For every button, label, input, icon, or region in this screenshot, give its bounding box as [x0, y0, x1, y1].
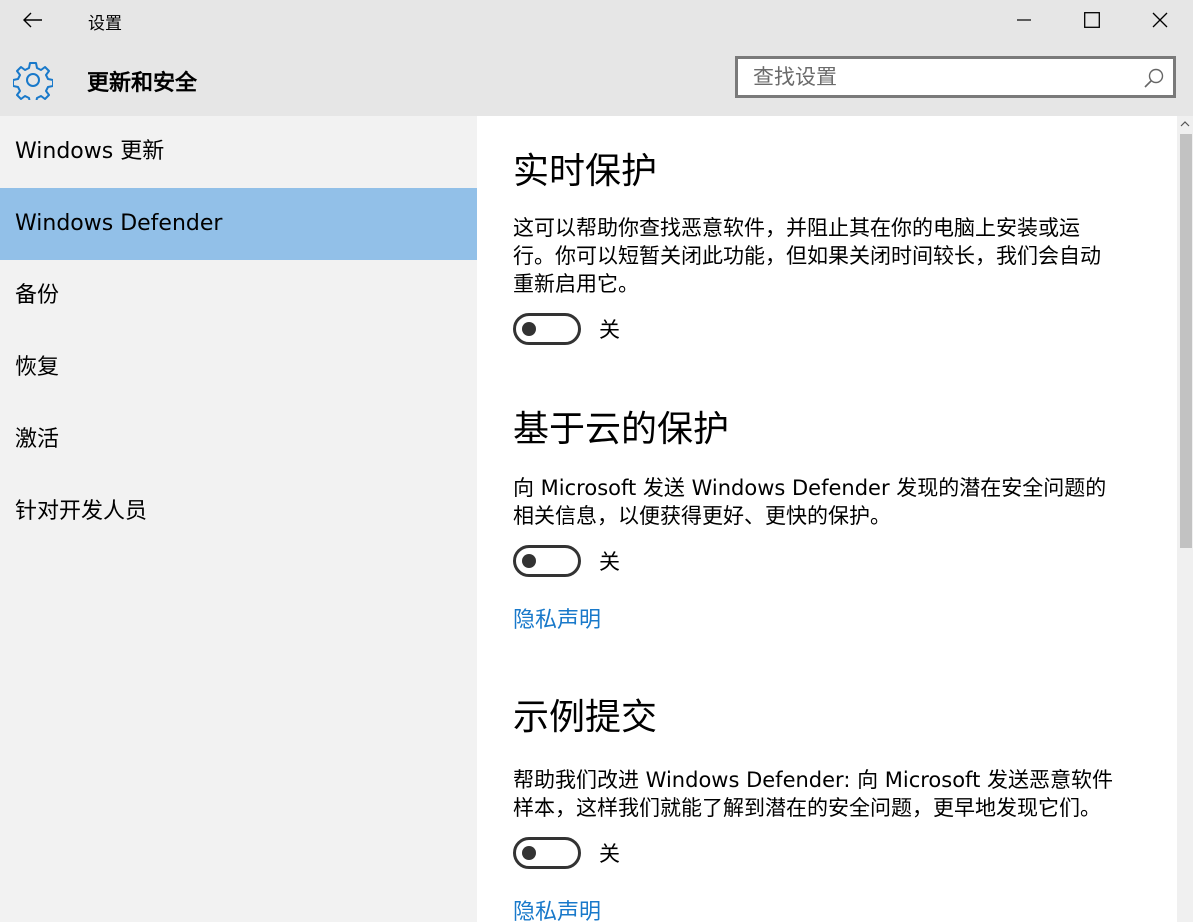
sample-submission-toggle[interactable] [513, 837, 581, 869]
close-button[interactable] [1126, 0, 1193, 40]
page-title: 更新和安全 [87, 71, 198, 96]
app-title: 设置 [88, 14, 122, 34]
sidebar-item-recovery[interactable]: 恢复 [0, 332, 477, 404]
toggle-state-label: 关 [599, 318, 620, 342]
sidebar-item-label: Windows Defender [15, 211, 223, 236]
search-box[interactable] [735, 56, 1176, 98]
minimize-button[interactable] [990, 0, 1058, 40]
toggle-state-label: 关 [599, 842, 620, 866]
sidebar-item-windows-update[interactable]: Windows 更新 [0, 116, 477, 188]
section-description: 这可以帮助你查找恶意软件，并阻止其在你的电脑上安装或运 行。你可以短暂关闭此功能… [513, 216, 1101, 296]
search-input[interactable] [738, 59, 1133, 95]
sidebar-item-label: 恢复 [15, 355, 60, 380]
chevron-up-icon [1180, 121, 1190, 127]
realtime-protection-toggle[interactable] [513, 313, 581, 345]
page-header: 更新和安全 [0, 42, 1193, 116]
cloud-toggle-row: 关 [513, 544, 1153, 578]
toggle-knob [522, 846, 536, 860]
toggle-knob [522, 554, 536, 568]
sidebar-item-backup[interactable]: 备份 [0, 260, 477, 332]
maximize-button[interactable] [1058, 0, 1126, 40]
section-title: 实时保护 [513, 151, 658, 192]
section-title: 基于云的保护 [513, 409, 730, 450]
privacy-statement-link[interactable]: 隐私声明 [513, 602, 601, 634]
realtime-protection-section: 实时保护 这可以帮助你查找恶意软件，并阻止其在你的电脑上安装或运 行。你可以短暂… [513, 150, 1153, 346]
scroll-up-button[interactable] [1177, 116, 1193, 132]
content-pane: 实时保护 这可以帮助你查找恶意软件，并阻止其在你的电脑上安装或运 行。你可以短暂… [477, 116, 1177, 922]
sidebar-item-label: 针对开发人员 [15, 499, 148, 524]
sidebar-item-windows-defender[interactable]: Windows Defender [0, 188, 477, 260]
cloud-protection-toggle[interactable] [513, 545, 581, 577]
back-button[interactable] [14, 4, 52, 36]
toggle-state-label: 关 [599, 550, 620, 574]
sidebar-item-label: Windows 更新 [15, 139, 165, 164]
section-description: 帮助我们改进 Windows Defender: 向 Microsoft 发送恶… [513, 768, 1113, 820]
maximize-icon [1084, 12, 1100, 28]
close-icon [1152, 12, 1168, 28]
title-bar: 设置 [0, 0, 1193, 42]
cloud-protection-section: 基于云的保护 向 Microsoft 发送 Windows Defender 发… [513, 408, 1153, 634]
minimize-icon [1017, 19, 1031, 21]
sidebar-item-label: 备份 [15, 283, 60, 308]
back-arrow-icon [23, 12, 42, 28]
realtime-toggle-row: 关 [513, 312, 1153, 346]
sample-toggle-row: 关 [513, 836, 1153, 870]
sidebar: Windows 更新 Windows Defender 备份 恢复 激活 针对开… [0, 116, 477, 922]
sidebar-item-activation[interactable]: 激活 [0, 404, 477, 476]
section-description: 向 Microsoft 发送 Windows Defender 发现的潜在安全问… [513, 476, 1107, 528]
toggle-knob [522, 322, 536, 336]
content-scrollbar[interactable] [1177, 116, 1193, 922]
privacy-statement-link[interactable]: 隐私声明 [513, 894, 601, 922]
sample-submission-section: 示例提交 帮助我们改进 Windows Defender: 向 Microsof… [513, 696, 1153, 922]
section-title: 示例提交 [513, 697, 658, 738]
sidebar-item-for-developers[interactable]: 针对开发人员 [0, 476, 477, 548]
settings-window: 设置 更新和安全 查找设置 Windows 更新 Windows Defende… [0, 0, 1193, 922]
search-icon[interactable] [1143, 67, 1165, 89]
gear-icon [13, 62, 53, 100]
sidebar-item-label: 激活 [15, 427, 60, 452]
scroll-thumb[interactable] [1180, 134, 1192, 548]
